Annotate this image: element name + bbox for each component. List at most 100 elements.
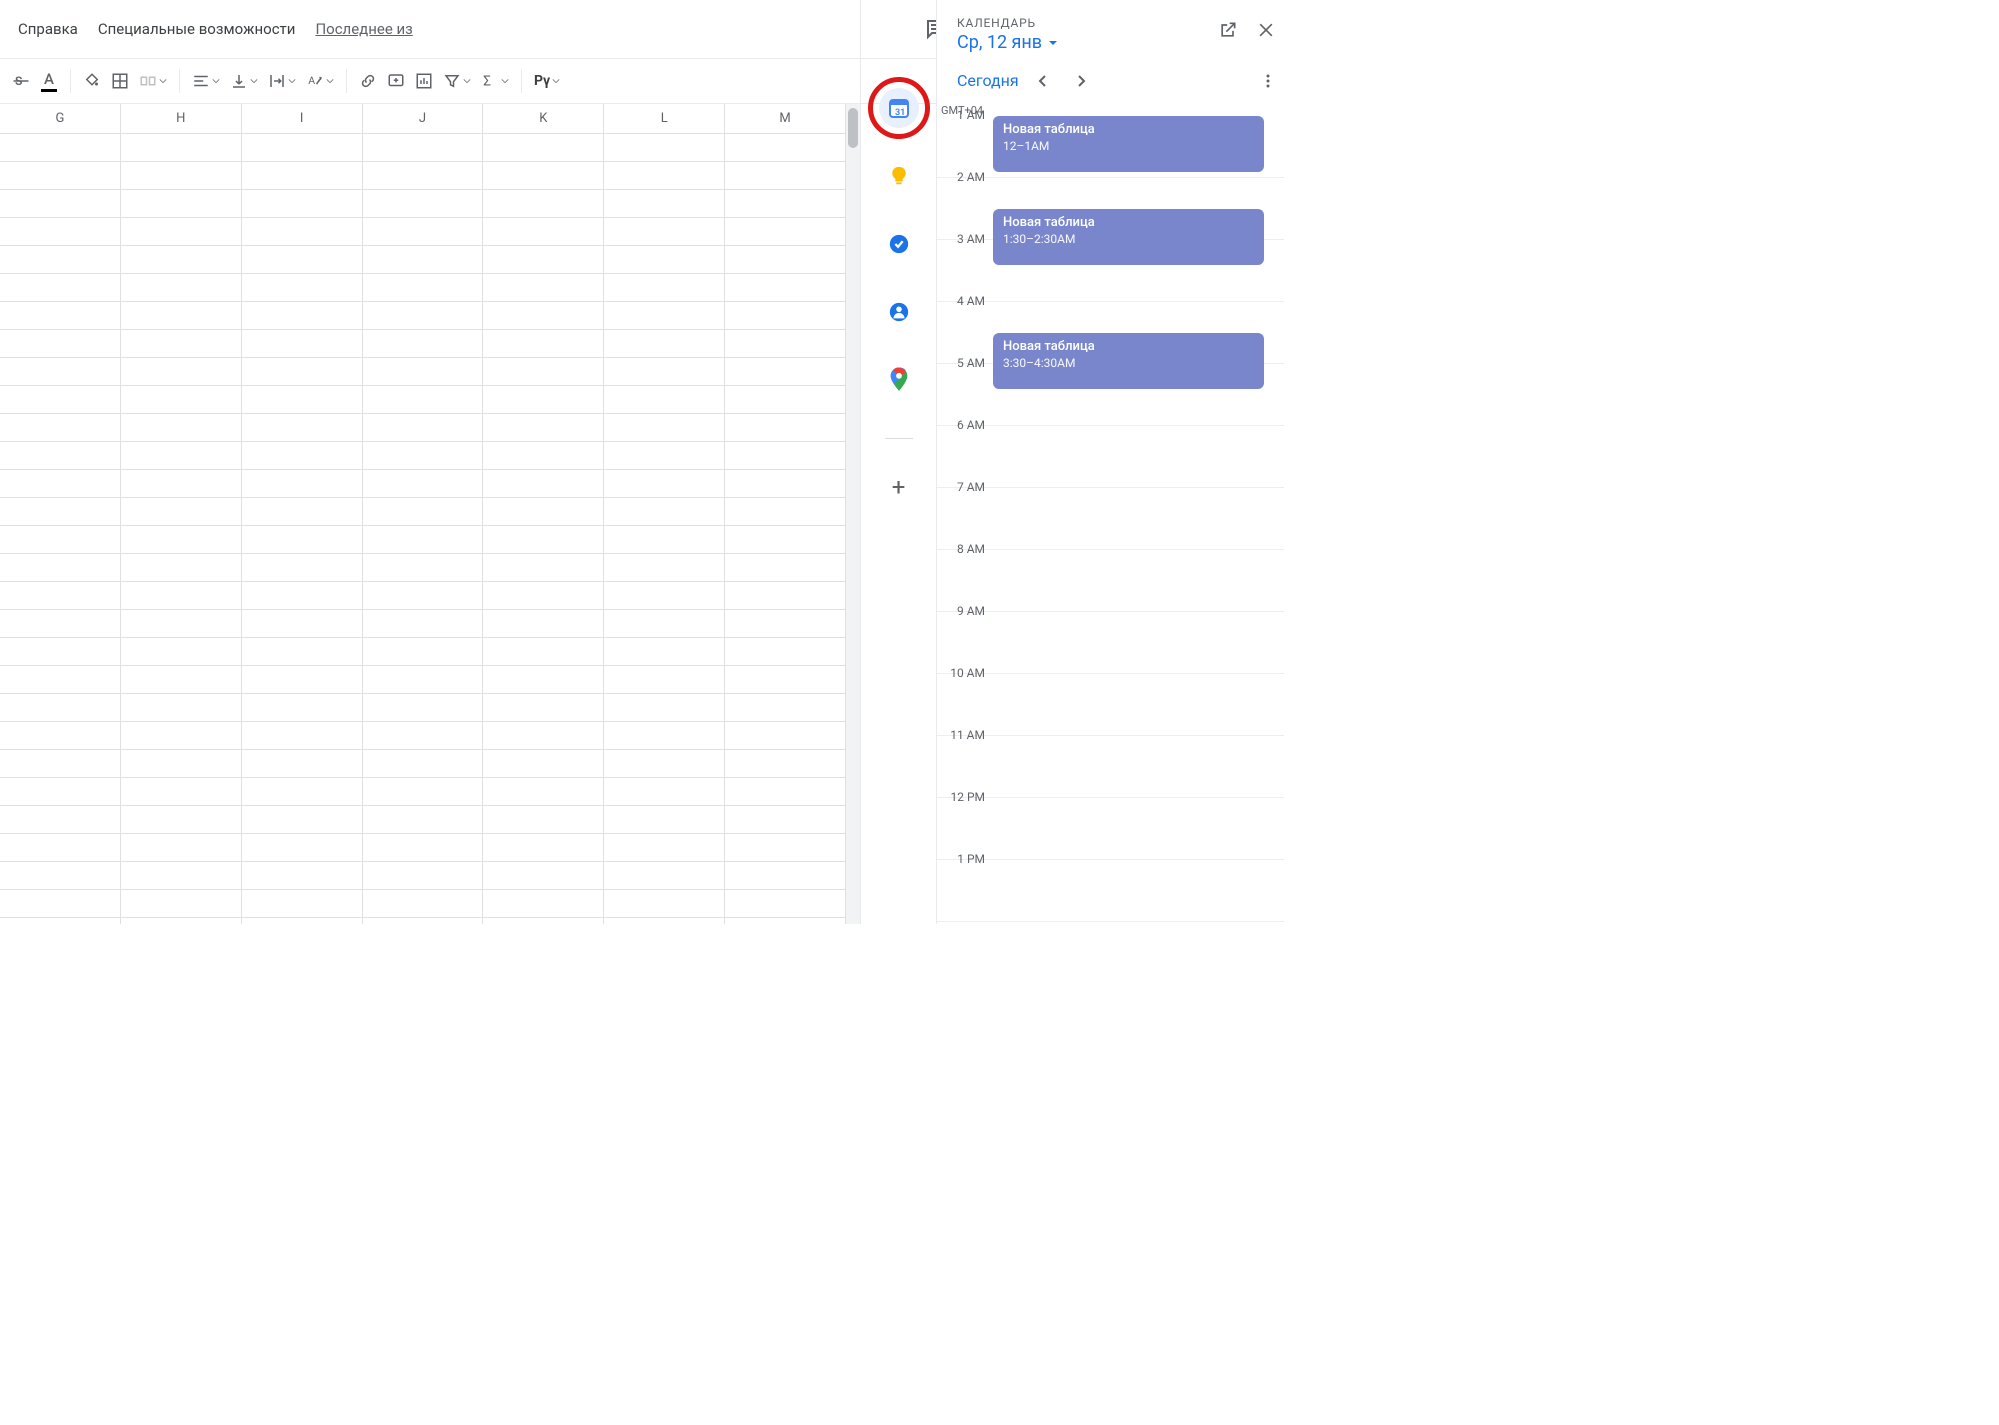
cell[interactable] bbox=[483, 722, 604, 749]
cell[interactable] bbox=[363, 442, 484, 469]
calendar-addon-button[interactable]: 31 bbox=[879, 88, 919, 128]
calendar-date-selector[interactable]: Ср, 12 янв bbox=[957, 32, 1218, 53]
cell[interactable] bbox=[483, 358, 604, 385]
cell[interactable] bbox=[604, 862, 725, 889]
cell[interactable] bbox=[242, 274, 363, 301]
today-button[interactable]: Сегодня bbox=[957, 71, 1019, 90]
vertical-align-button[interactable] bbox=[226, 68, 262, 94]
cell[interactable] bbox=[725, 610, 846, 637]
cell[interactable] bbox=[483, 218, 604, 245]
cell[interactable] bbox=[121, 666, 242, 693]
cell[interactable] bbox=[363, 750, 484, 777]
filter-button[interactable] bbox=[439, 68, 475, 94]
cell[interactable] bbox=[604, 890, 725, 917]
cell[interactable] bbox=[242, 834, 363, 861]
cell[interactable] bbox=[121, 750, 242, 777]
cell[interactable] bbox=[483, 890, 604, 917]
cell[interactable] bbox=[363, 806, 484, 833]
cell[interactable] bbox=[242, 750, 363, 777]
cell[interactable] bbox=[242, 526, 363, 553]
cell[interactable] bbox=[0, 330, 121, 357]
cell[interactable] bbox=[0, 806, 121, 833]
insert-comment-button[interactable] bbox=[383, 68, 409, 94]
cell[interactable] bbox=[121, 470, 242, 497]
cell[interactable] bbox=[483, 750, 604, 777]
cell[interactable] bbox=[725, 358, 846, 385]
cell[interactable] bbox=[0, 190, 121, 217]
cell[interactable] bbox=[0, 246, 121, 273]
cell[interactable] bbox=[725, 190, 846, 217]
cell[interactable] bbox=[483, 442, 604, 469]
cell[interactable] bbox=[483, 470, 604, 497]
cell[interactable] bbox=[121, 246, 242, 273]
cell[interactable] bbox=[242, 358, 363, 385]
cell[interactable] bbox=[604, 582, 725, 609]
close-panel-button[interactable] bbox=[1256, 20, 1276, 40]
cell[interactable] bbox=[121, 162, 242, 189]
cell[interactable] bbox=[725, 386, 846, 413]
cell[interactable] bbox=[242, 330, 363, 357]
cell[interactable] bbox=[604, 190, 725, 217]
cell[interactable] bbox=[121, 610, 242, 637]
cell[interactable] bbox=[0, 218, 121, 245]
cell[interactable] bbox=[0, 582, 121, 609]
cell[interactable] bbox=[725, 666, 846, 693]
cell[interactable] bbox=[725, 778, 846, 805]
functions-button[interactable]: Σ bbox=[477, 68, 513, 94]
cell[interactable] bbox=[242, 470, 363, 497]
cell[interactable] bbox=[483, 638, 604, 665]
cell[interactable] bbox=[242, 442, 363, 469]
cell[interactable] bbox=[604, 526, 725, 553]
cell[interactable] bbox=[725, 582, 846, 609]
cell[interactable] bbox=[0, 694, 121, 721]
cell[interactable] bbox=[604, 806, 725, 833]
keep-addon-button[interactable] bbox=[879, 156, 919, 196]
cell[interactable] bbox=[604, 918, 725, 924]
cell[interactable] bbox=[604, 358, 725, 385]
cell[interactable] bbox=[363, 554, 484, 581]
cell[interactable] bbox=[604, 442, 725, 469]
cell[interactable] bbox=[0, 386, 121, 413]
vertical-scrollbar[interactable] bbox=[846, 104, 860, 924]
cell[interactable] bbox=[483, 526, 604, 553]
cell[interactable] bbox=[725, 470, 846, 497]
calendar-event[interactable]: Новая таблица3:30–4:30AM bbox=[993, 333, 1264, 389]
cell[interactable] bbox=[483, 582, 604, 609]
cell[interactable] bbox=[604, 778, 725, 805]
cell[interactable] bbox=[604, 246, 725, 273]
cell[interactable] bbox=[604, 610, 725, 637]
cell[interactable] bbox=[121, 442, 242, 469]
cell[interactable] bbox=[363, 218, 484, 245]
cell[interactable] bbox=[725, 722, 846, 749]
cell[interactable] bbox=[725, 134, 846, 161]
contacts-addon-button[interactable] bbox=[879, 292, 919, 332]
menu-help[interactable]: Справка bbox=[8, 14, 88, 44]
cell[interactable] bbox=[242, 218, 363, 245]
cell[interactable] bbox=[242, 638, 363, 665]
cell[interactable] bbox=[0, 162, 121, 189]
cell[interactable] bbox=[725, 274, 846, 301]
cell[interactable] bbox=[363, 722, 484, 749]
cell[interactable] bbox=[121, 134, 242, 161]
last-changes-link[interactable]: Последнее из bbox=[305, 14, 422, 44]
cell[interactable] bbox=[604, 554, 725, 581]
cell[interactable] bbox=[483, 386, 604, 413]
cell[interactable] bbox=[604, 162, 725, 189]
cell[interactable] bbox=[363, 302, 484, 329]
cell[interactable] bbox=[725, 442, 846, 469]
cell[interactable] bbox=[604, 218, 725, 245]
cell[interactable] bbox=[483, 302, 604, 329]
cell[interactable] bbox=[363, 778, 484, 805]
cell[interactable] bbox=[725, 414, 846, 441]
cell[interactable] bbox=[121, 638, 242, 665]
cell[interactable] bbox=[242, 666, 363, 693]
cell[interactable] bbox=[604, 694, 725, 721]
cell[interactable] bbox=[604, 834, 725, 861]
cell[interactable] bbox=[0, 302, 121, 329]
cell[interactable] bbox=[604, 302, 725, 329]
column-header[interactable]: I bbox=[242, 104, 363, 133]
cell[interactable] bbox=[483, 246, 604, 273]
cell[interactable] bbox=[483, 610, 604, 637]
cell[interactable] bbox=[242, 554, 363, 581]
cell[interactable] bbox=[363, 834, 484, 861]
